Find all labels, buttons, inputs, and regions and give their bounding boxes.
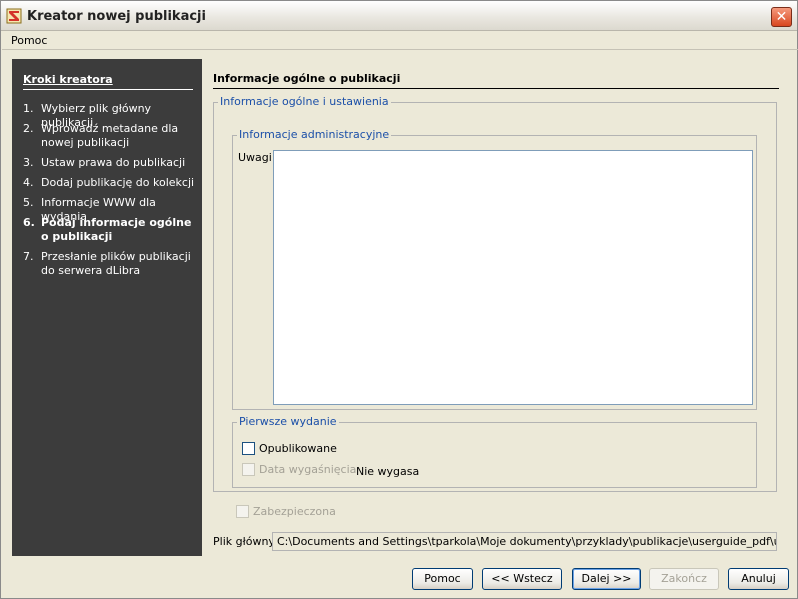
step-item: 3. Ustaw prawa do publikacji <box>23 156 186 169</box>
checkbox-box[interactable] <box>236 505 249 518</box>
published-label: Opublikowane <box>259 442 337 455</box>
help-button[interactable]: Pomoc <box>412 568 473 590</box>
step-item: 2. Wprowadź metadane dla nowej publikacji <box>23 122 179 149</box>
menu-bar: Pomoc <box>2 32 798 50</box>
group-legend: Pierwsze wydanie <box>237 415 339 428</box>
app-icon <box>6 8 22 24</box>
back-button[interactable]: << Wstecz <box>482 568 562 590</box>
title-bar[interactable]: Kreator nowej publikacji ✕ <box>1 1 797 31</box>
expiry-value: Nie wygasa <box>356 465 420 478</box>
secured-label: Zabezpieczona <box>253 505 336 518</box>
finish-button[interactable]: Zakończ <box>649 568 719 590</box>
window-title: Kreator nowej publikacji <box>27 9 206 24</box>
group-legend: Informacje ogólne i ustawienia <box>218 95 391 108</box>
checkbox-box[interactable] <box>242 463 255 476</box>
step-content: Informacje ogólne o publikacji Informacj… <box>202 59 788 556</box>
step-item: 4. Dodaj publikację do kolekcji <box>23 176 195 189</box>
cancel-button[interactable]: Anuluj <box>728 568 789 590</box>
menu-item-help[interactable]: Pomoc <box>11 34 47 47</box>
expiry-date-checkbox[interactable]: Data wygaśnięcia <box>242 463 356 476</box>
first-edition-group: Pierwsze wydanie <box>232 415 757 488</box>
checkbox-box[interactable] <box>242 442 255 455</box>
group-legend: Informacje administracyjne <box>237 128 392 141</box>
step-item-active: 6. Podaj informacje ogólne o publikacji <box>23 216 192 243</box>
step-item: 7. Przesłanie plików publikacji do serwer… <box>23 250 191 277</box>
wizard-steps-panel: Kroki kreatora 1. Wybierz plik główny pub… <box>12 59 202 556</box>
secured-checkbox[interactable]: Zabezpieczona <box>236 505 336 518</box>
close-button[interactable]: ✕ <box>771 7 792 27</box>
main-file-field[interactable]: C:\Documents and Settings\tparkola\Moje … <box>272 532 777 551</box>
steps-title: Kroki kreatora <box>23 73 193 90</box>
wizard-window: Kreator nowej publikacji ✕ Pomoc Kroki k… <box>0 0 798 599</box>
main-file-label: Plik główny <box>213 535 275 548</box>
next-button[interactable]: Dalej >> <box>572 568 641 590</box>
page-title: Informacje ogólne o publikacji <box>213 72 779 89</box>
notes-label: Uwagi <box>238 151 272 164</box>
notes-textarea[interactable] <box>273 150 753 405</box>
published-checkbox[interactable]: Opublikowane <box>242 442 337 455</box>
expiry-label: Data wygaśnięcia <box>259 463 357 476</box>
